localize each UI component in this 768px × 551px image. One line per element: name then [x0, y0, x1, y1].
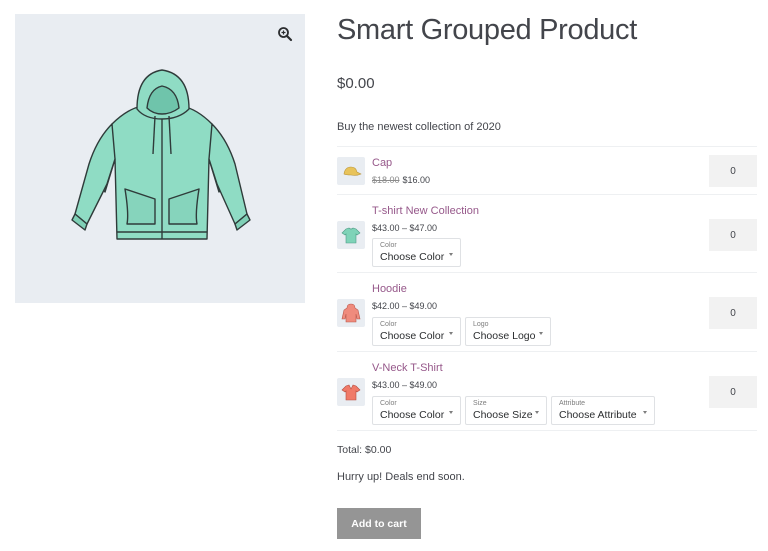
item-name-tshirt[interactable]: T-shirt New Collection	[372, 205, 479, 217]
select-value: Choose Size	[473, 409, 533, 421]
quantity-input[interactable]	[709, 219, 757, 251]
select-value: Choose Color	[380, 330, 445, 342]
product-description: Buy the newest collection of 2020	[337, 121, 501, 133]
select-value: Choose Color	[380, 251, 445, 263]
vneck-tshirt-icon	[341, 384, 361, 401]
caret-down-icon	[643, 411, 647, 414]
select-label: Color	[380, 242, 397, 249]
vneck-thumbnail[interactable]	[337, 378, 365, 406]
product-title: Smart Grouped Product	[337, 14, 637, 46]
attribute-select[interactable]: Attribute Choose Attribute	[551, 396, 655, 425]
item-price: $18.00 $16.00	[372, 175, 430, 185]
select-value: Choose Color	[380, 409, 445, 421]
quantity-input[interactable]	[709, 376, 757, 408]
select-label: Attribute	[559, 400, 586, 407]
zoom-icon[interactable]	[277, 26, 293, 42]
color-select[interactable]: Color Choose Color	[372, 396, 461, 425]
item-price: $42.00 – $49.00	[372, 301, 438, 311]
size-select[interactable]: Size Choose Size	[465, 396, 547, 425]
hoodie-icon	[341, 303, 361, 323]
cap-thumbnail[interactable]	[337, 157, 365, 185]
divider	[337, 430, 757, 431]
grouped-item-row: Hoodie $42.00 – $49.00 Color Choose Colo…	[337, 272, 757, 351]
add-to-cart-button[interactable]: Add to cart	[337, 508, 421, 539]
caret-down-icon	[539, 332, 543, 335]
total-price: Total: $0.00	[337, 444, 392, 456]
grouped-item-row: T-shirt New Collection $43.00 – $47.00 C…	[337, 194, 757, 272]
item-name-vneck[interactable]: V-Neck T-Shirt	[372, 362, 443, 374]
select-label: Color	[380, 400, 397, 407]
logo-select[interactable]: Logo Choose Logo	[465, 317, 551, 346]
item-name-hoodie[interactable]: Hoodie	[372, 283, 407, 295]
product-price: $0.00	[337, 75, 375, 92]
grouped-item-row: Cap $18.00 $16.00	[337, 146, 757, 194]
caret-down-icon	[535, 411, 539, 414]
hoodie-thumbnail[interactable]	[337, 299, 365, 327]
grouped-item-row: V-Neck T-Shirt $43.00 – $49.00 Color Cho…	[337, 351, 757, 430]
color-select[interactable]: Color Choose Color	[372, 238, 461, 267]
select-label: Size	[473, 400, 487, 407]
select-value: Choose Logo	[473, 330, 536, 342]
select-value: Choose Attribute	[559, 409, 637, 421]
item-price: $43.00 – $49.00	[372, 380, 438, 390]
select-label: Logo	[473, 321, 489, 328]
sale-price: $16.00	[402, 175, 431, 185]
hoodie-image	[71, 69, 251, 240]
caret-down-icon	[449, 332, 453, 335]
quantity-input[interactable]	[709, 155, 757, 187]
color-select[interactable]: Color Choose Color	[372, 317, 461, 346]
caret-down-icon	[449, 253, 453, 256]
caret-down-icon	[449, 411, 453, 414]
item-name-cap[interactable]: Cap	[372, 157, 392, 169]
deal-notice: Hurry up! Deals end soon.	[337, 471, 465, 483]
quantity-input[interactable]	[709, 297, 757, 329]
product-gallery	[15, 14, 305, 303]
old-price: $18.00	[372, 175, 400, 185]
tshirt-icon	[341, 227, 361, 244]
tshirt-thumbnail[interactable]	[337, 221, 365, 249]
select-label: Color	[380, 321, 397, 328]
item-price: $43.00 – $47.00	[372, 223, 438, 233]
cap-icon	[343, 166, 362, 176]
